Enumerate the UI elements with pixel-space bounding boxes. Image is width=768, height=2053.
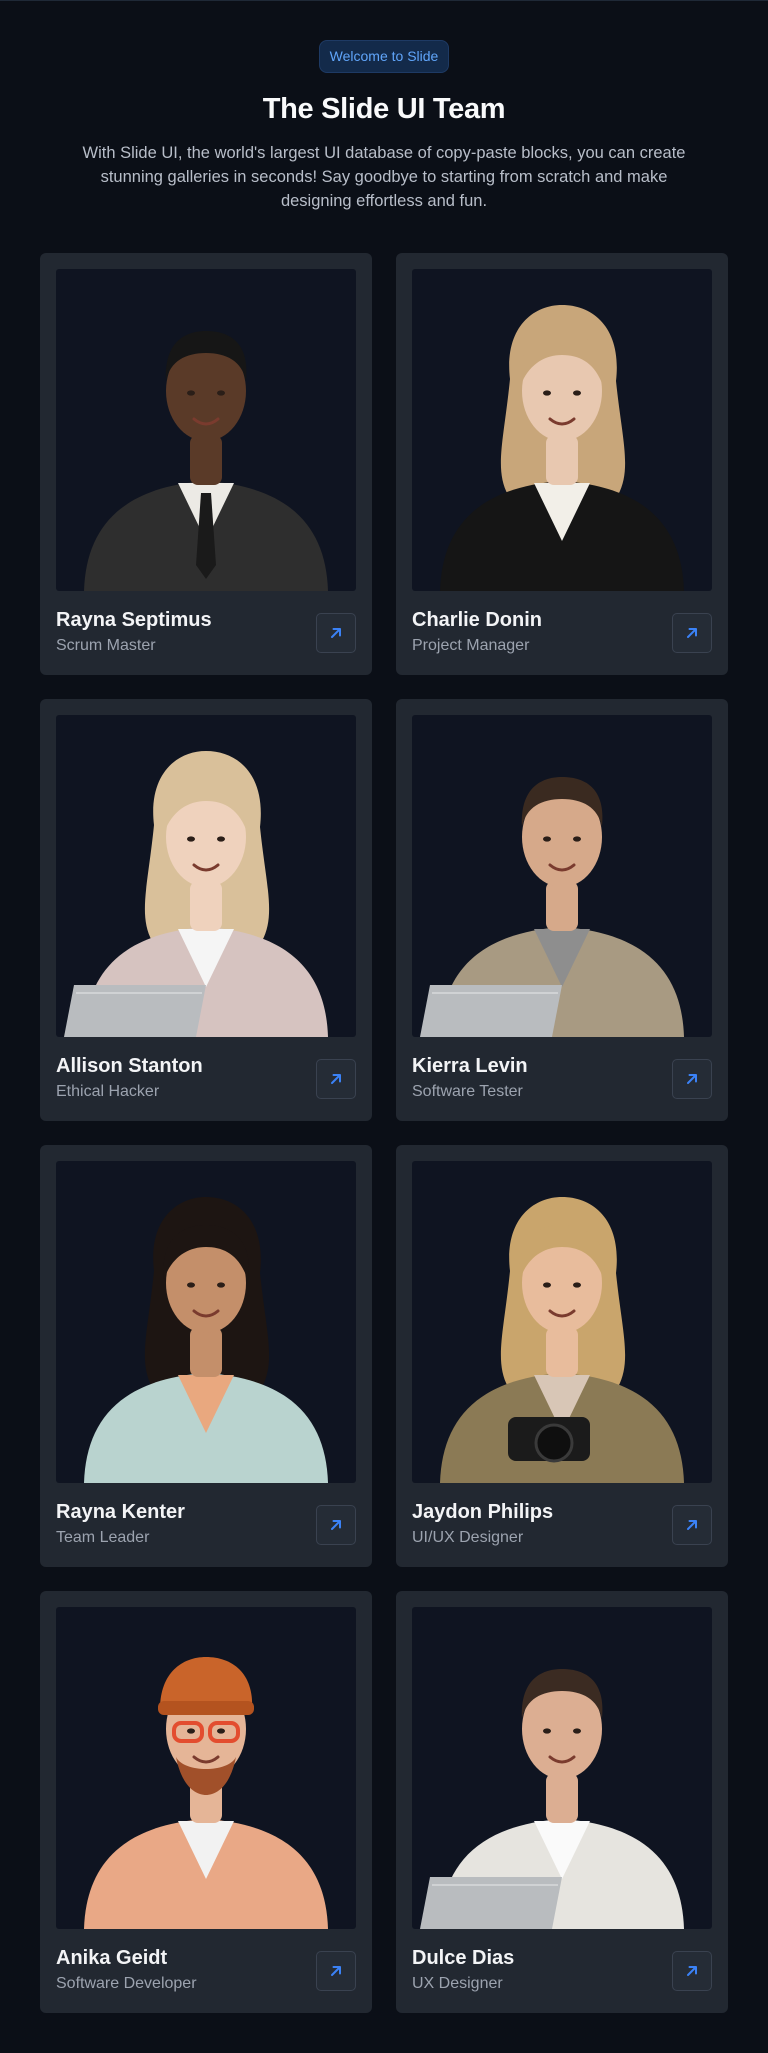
team-card: Charlie Donin Project Manager [396, 253, 728, 675]
portrait-illustration [84, 331, 328, 591]
page-header: Welcome to Slide The Slide UI Team With … [0, 40, 768, 213]
arrow-up-right-icon [687, 628, 697, 638]
team-member-role: Project Manager [412, 637, 530, 654]
portrait-illustration [420, 1669, 684, 1929]
team-member-photo [412, 269, 712, 591]
team-member-name: Anika Geidt [56, 1947, 168, 1969]
portrait-illustration [84, 1657, 328, 1929]
profile-link-button[interactable] [672, 1505, 712, 1545]
team-member-name: Allison Stanton [56, 1055, 203, 1077]
team-member-name: Rayna Septimus [56, 609, 212, 631]
portrait-illustration [420, 777, 684, 1037]
profile-link-button[interactable] [316, 613, 356, 653]
team-member-name: Kierra Levin [412, 1055, 528, 1077]
team-member-role: UX Designer [412, 1975, 503, 1992]
team-card: Rayna Septimus Scrum Master [40, 253, 372, 675]
profile-link-button[interactable] [316, 1505, 356, 1545]
team-member-photo [56, 715, 356, 1037]
portrait-illustration [84, 1197, 328, 1483]
arrow-up-right-icon [331, 1074, 341, 1084]
team-card: Kierra Levin Software Tester [396, 699, 728, 1121]
arrow-up-right-icon [687, 1074, 697, 1084]
page-title: The Slide UI Team [262, 93, 506, 125]
team-member-role: Software Developer [56, 1975, 197, 1992]
team-member-name: Dulce Dias [412, 1947, 515, 1969]
profile-link-button[interactable] [672, 1059, 712, 1099]
page-subtitle: With Slide UI, the world's largest UI da… [82, 144, 686, 210]
team-member-name: Rayna Kenter [56, 1501, 185, 1523]
team-member-role: UI/UX Designer [412, 1529, 524, 1546]
team-member-photo [412, 1161, 712, 1483]
team-card: Anika Geidt Software Developer [40, 1591, 372, 2013]
arrow-up-right-icon [331, 1520, 341, 1530]
team-member-name: Jaydon Philips [412, 1501, 554, 1523]
team-member-role: Scrum Master [56, 637, 156, 654]
team-grid: Rayna Septimus Scrum Master Charlie Doni… [40, 253, 728, 2013]
team-member-photo [412, 1607, 712, 1929]
portrait-illustration [440, 1197, 684, 1483]
team-member-photo [412, 715, 712, 1037]
team-member-role: Ethical Hacker [56, 1083, 160, 1100]
arrow-up-right-icon [687, 1966, 697, 1976]
team-member-role: Software Tester [412, 1083, 523, 1100]
team-member-role: Team Leader [56, 1529, 150, 1546]
arrow-up-right-icon [687, 1520, 697, 1530]
welcome-badge: Welcome to Slide [318, 40, 450, 73]
arrow-up-right-icon [331, 628, 341, 638]
team-card: Jaydon Philips UI/UX Designer [396, 1145, 728, 1567]
team-member-photo [56, 1161, 356, 1483]
team-member-photo [56, 269, 356, 591]
team-card: Allison Stanton Ethical Hacker [40, 699, 372, 1121]
top-border [0, 0, 768, 1]
profile-link-button[interactable] [316, 1059, 356, 1099]
profile-link-button[interactable] [316, 1951, 356, 1991]
profile-link-button[interactable] [672, 1951, 712, 1991]
profile-link-button[interactable] [672, 613, 712, 653]
team-member-photo [56, 1607, 356, 1929]
team-card: Dulce Dias UX Designer [396, 1591, 728, 2013]
arrow-up-right-icon [331, 1966, 341, 1976]
team-card: Rayna Kenter Team Leader [40, 1145, 372, 1567]
portrait-illustration [64, 751, 328, 1037]
portrait-illustration [440, 305, 684, 591]
team-member-name: Charlie Donin [412, 609, 543, 631]
